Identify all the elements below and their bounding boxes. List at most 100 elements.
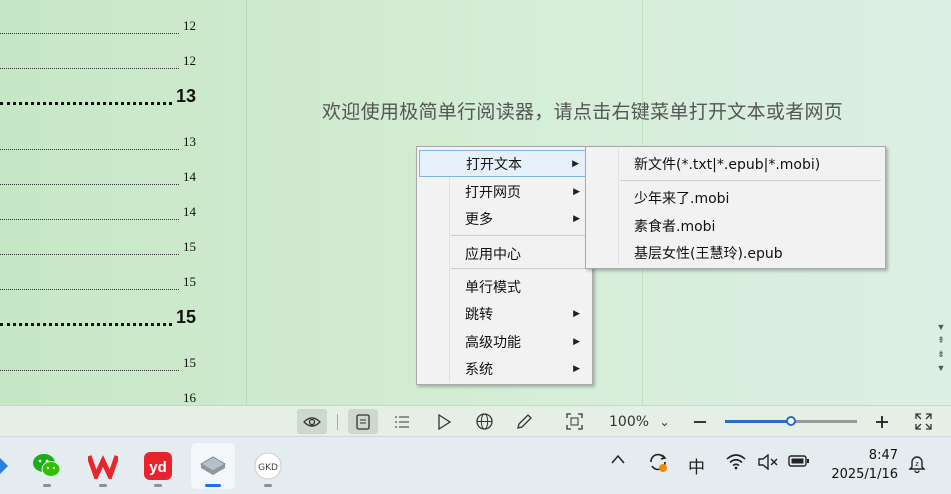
taskbar-app-wps[interactable] [81, 443, 125, 489]
fullscreen-button[interactable] [910, 409, 936, 434]
toc-page-number: 12 [183, 53, 196, 68]
toc-line[interactable]: 12 [0, 53, 196, 69]
battery-tray-button[interactable] [788, 454, 810, 468]
submenu-arrow-icon: ▶ [573, 213, 580, 224]
zoom-slider-thumb[interactable] [786, 416, 796, 426]
zoom-in-button[interactable] [870, 409, 894, 434]
edit-button[interactable] [510, 409, 538, 434]
zoom-level[interactable]: 100% ⌄ [609, 414, 670, 430]
list-view-button[interactable] [388, 409, 416, 434]
toc-line[interactable]: 15 [0, 274, 196, 290]
show-hidden-icons-button[interactable] [610, 454, 626, 464]
recent-file-item[interactable]: 少年来了.mobi [588, 184, 883, 211]
page-icon [356, 413, 370, 430]
menu-item-label: 跳转 [465, 306, 493, 323]
toc-line[interactable]: 16 [0, 390, 196, 405]
taskbar-app-youdao[interactable]: yd [136, 443, 180, 489]
taskbar-app-wechat[interactable] [25, 443, 69, 489]
context-menu-item[interactable]: 高级功能 ▶ [419, 328, 590, 355]
youdao-icon: yd [144, 452, 172, 480]
battery-icon [788, 455, 809, 467]
context-menu-item[interactable]: 打开网页 ▶ [419, 178, 590, 205]
context-menu-item[interactable]: 系统 ▶ [419, 355, 590, 382]
toc-line[interactable]: 14 [0, 204, 196, 220]
running-indicator [264, 484, 272, 487]
running-indicator [154, 484, 162, 487]
taskbar-app-reader[interactable] [191, 443, 235, 489]
system-clock[interactable]: 8:47 2025/1/16 [826, 446, 898, 484]
scroll-down-icon[interactable]: ▼ [937, 322, 946, 332]
toc-line[interactable]: 12 [0, 18, 196, 34]
toc-line[interactable]: 15 [0, 307, 196, 328]
submenu-arrow-icon: ▶ [573, 336, 580, 347]
toc-page-number: 16 [183, 390, 196, 405]
menu-separator [451, 268, 588, 269]
taskbar-app-gkd[interactable]: GKD [246, 443, 290, 489]
recent-file-item[interactable]: 素食者.mobi [588, 212, 883, 239]
eye-button[interactable] [297, 409, 327, 434]
gkd-app-icon: GKD [254, 452, 282, 480]
running-indicator [205, 484, 221, 487]
ime-indicator[interactable]: 中 [688, 453, 705, 478]
windows-taskbar: yd GKD 中 8:47 2025/1/16 z [0, 436, 951, 494]
toc-leader-dots [0, 33, 179, 34]
toc-leader-dots [0, 370, 179, 371]
zoom-out-button[interactable] [688, 409, 712, 434]
context-menu-item[interactable]: 更多 ▶ [419, 205, 590, 232]
taskbar-app-blue[interactable] [0, 443, 22, 489]
chevron-up-icon [611, 454, 625, 464]
toc-line[interactable]: 13 [0, 86, 196, 107]
minus-icon [694, 420, 706, 423]
zoom-slider[interactable] [725, 416, 857, 426]
toc-page-number: 13 [183, 134, 196, 149]
context-menu-item[interactable]: 应用中心 [419, 240, 590, 267]
sync-icon [650, 453, 667, 472]
toc-line[interactable]: 15 [0, 355, 196, 371]
toc-page-number: 15 [183, 274, 196, 289]
zoom-slider-fill [725, 420, 791, 423]
menu-item-label: 高级功能 [465, 334, 521, 351]
recent-file-item[interactable]: 基层女性(王慧玲).epub [588, 239, 883, 266]
toc-line[interactable]: 14 [0, 169, 196, 185]
volume-tray-button[interactable] [758, 454, 778, 470]
submenu-item-label: 少年来了.mobi [634, 190, 730, 207]
notification-bell-icon: z [908, 456, 926, 473]
reader-app-icon [200, 456, 226, 475]
toc-leader-dots [0, 219, 179, 220]
play-button[interactable] [430, 409, 458, 434]
network-tray-button[interactable] [726, 454, 746, 470]
svg-text:z: z [915, 460, 919, 468]
menu-item-label: 打开文本 [466, 156, 522, 173]
single-page-button[interactable] [348, 409, 378, 434]
scroll-controls[interactable]: ▼ ⇞ ⇟ ▼ [934, 322, 948, 373]
toc-leader-dots [0, 149, 179, 150]
page-divider [246, 0, 247, 405]
menu-item-label: 单行模式 [465, 279, 521, 296]
menu-item-label: 系统 [465, 361, 493, 378]
submenu-arrow-icon: ▶ [572, 158, 579, 169]
screenshot-button[interactable] [560, 409, 588, 434]
page-up-icon[interactable]: ⇞ [937, 335, 945, 346]
menu-separator [620, 180, 881, 181]
toc-leader-dots [0, 289, 179, 290]
context-menu-item[interactable]: 单行模式 [419, 273, 590, 300]
open-text-submenu: 新文件(*.txt|*.epub|*.mobi) 少年来了.mobi 素食者.mob… [585, 146, 886, 269]
zoom-value: 100% [609, 414, 650, 430]
zoom-dropdown-icon[interactable]: ⌄ [659, 415, 669, 429]
notification-button[interactable]: z [907, 453, 927, 473]
context-menu-item[interactable]: 跳转 ▶ [419, 300, 590, 327]
page-down-icon[interactable]: ⇟ [937, 349, 945, 360]
web-button[interactable] [470, 409, 498, 434]
toc-page-number: 14 [183, 169, 196, 184]
context-menu-item[interactable]: 打开文本 ▶ [419, 150, 590, 177]
toc-line[interactable]: 13 [0, 134, 196, 150]
open-new-file-item[interactable]: 新文件(*.txt|*.epub|*.mobi) [588, 150, 883, 177]
globe-icon [475, 413, 493, 430]
toc-line[interactable]: 15 [0, 239, 196, 255]
play-icon [438, 413, 451, 430]
svg-text:yd: yd [149, 459, 167, 476]
reader-toolbar: 100% ⌄ [0, 405, 951, 436]
sync-tray-button[interactable] [647, 451, 669, 473]
scroll-down-small-icon[interactable]: ▼ [937, 363, 946, 373]
toc-leader-dots [0, 184, 179, 185]
